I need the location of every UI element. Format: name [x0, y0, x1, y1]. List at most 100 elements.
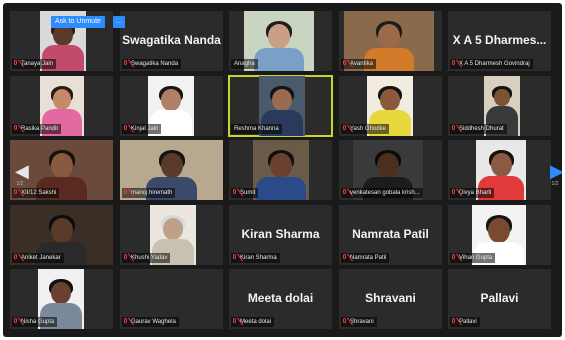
participant-name-label: Rasika Pandit: [12, 124, 62, 134]
muted-mic-icon: [124, 254, 128, 262]
meeting-window: Tanaya Jain Swagatika Nanda Swagatika Nand…: [3, 3, 562, 337]
participant-name-label: Shravani: [341, 317, 377, 327]
participant-name-text: Shravani: [350, 319, 374, 325]
muted-mic-icon: [343, 125, 347, 133]
participant-name-label: Swagatika Nanda: [122, 59, 182, 69]
participant-display-name: Shravani: [365, 291, 416, 305]
chevron-left-icon: ◀: [15, 161, 29, 181]
muted-mic-icon: [452, 125, 456, 133]
muted-mic-icon: [124, 318, 128, 326]
participant-name-label: Namrata Patil: [341, 253, 390, 263]
muted-mic-icon: [452, 189, 456, 197]
participant-name-text: XII/12 Sakshi: [21, 190, 57, 196]
screenshot-frame: Tanaya Jain Swagatika Nanda Swagatika Nand…: [0, 0, 565, 340]
muted-mic-icon: [343, 254, 347, 262]
participant-name-label: Avantika: [341, 59, 376, 69]
participant-name-label: Sumit: [231, 188, 259, 198]
participant-name-text: Swagatika Nanda: [131, 61, 179, 67]
muted-mic-icon: [233, 189, 237, 197]
participant-name-text: Nisha Gupta: [21, 319, 55, 325]
participant-name-text: Namrata Patil: [350, 255, 387, 261]
participant-name-label: Meeta dolai: [231, 317, 275, 327]
participant-tile[interactable]: Vihan Gupta: [448, 205, 551, 265]
participant-name-label: Gaurav Waghela: [122, 317, 179, 327]
participant-tile[interactable]: Siddhesh Dhurat: [448, 76, 551, 136]
participant-name-label: Divya Bharti: [450, 188, 495, 198]
ask-to-unmute-button[interactable]: Ask to Unmute: [51, 16, 105, 28]
muted-mic-icon: [343, 60, 347, 68]
participant-name-label: Kinjal Jain: [122, 124, 162, 134]
participant-tile[interactable]: Meeta dolai Meeta dolai: [229, 269, 332, 329]
participant-video: [253, 140, 309, 200]
participant-name-text: Aniket Janekar: [21, 255, 61, 261]
muted-mic-icon: [124, 189, 128, 197]
next-page-button[interactable]: ▶ 1/2: [550, 161, 562, 195]
participant-name-text: Vihan Gupta: [459, 255, 493, 261]
participant-name-label: X A 5 Dharmesh Govindraj: [450, 59, 533, 69]
participant-name-label: Khushi Yadav: [122, 253, 171, 263]
participant-name-text: Tanaya Jain: [21, 61, 54, 67]
participant-tile[interactable]: Swagatika Nanda Swagatika Nanda: [120, 11, 223, 71]
muted-mic-icon: [124, 60, 128, 68]
participant-display-name: Kiran Sharma: [241, 227, 320, 241]
participant-tile[interactable]: Khushi Yadav: [120, 205, 223, 265]
participant-display-name: Namrata Patil: [352, 227, 429, 241]
muted-mic-icon: [343, 189, 347, 197]
participant-tile[interactable]: Yash Ghodke: [339, 76, 442, 136]
participant-name-text: Gaurav Waghela: [131, 319, 176, 325]
muted-mic-icon: [14, 125, 18, 133]
muted-mic-icon: [233, 254, 237, 262]
participant-name-label: venkatesan gobala krish...: [341, 188, 423, 198]
participant-tile[interactable]: Gaurav Waghela: [120, 269, 223, 329]
participant-name-text: Avantika: [350, 61, 373, 67]
muted-mic-icon: [124, 125, 128, 133]
muted-mic-icon: [14, 60, 18, 68]
participant-tile[interactable]: Divya Bharti: [448, 140, 551, 200]
participant-name-text: Siddhesh Dhurat: [459, 126, 504, 132]
participant-name-label: manoj hiremath: [122, 188, 176, 198]
participant-tile[interactable]: Aniket Janekar: [10, 205, 113, 265]
participant-tile[interactable]: venkatesan gobala krish...: [339, 140, 442, 200]
muted-mic-icon: [343, 318, 347, 326]
participant-name-text: Kiran Sharma: [240, 255, 277, 261]
participant-tile[interactable]: Nisha Gupta: [10, 269, 113, 329]
participant-name-text: manoj hiremath: [131, 190, 173, 196]
participant-name-label: Aniket Janekar: [12, 253, 64, 263]
participant-name-text: Kinjal Jain: [131, 126, 159, 132]
participant-tile[interactable]: Shravani Shravani: [339, 269, 442, 329]
participant-display-name: Meeta dolai: [247, 291, 314, 305]
participant-tile[interactable]: Kiran Sharma Kiran Sharma: [229, 205, 332, 265]
muted-mic-icon: [14, 318, 18, 326]
participant-tile[interactable]: manoj hiremath: [120, 140, 223, 200]
participant-tile[interactable]: Anagha: [229, 11, 332, 71]
participant-tile[interactable]: Reshma Khanna: [228, 75, 333, 137]
muted-mic-icon: [452, 60, 456, 68]
chevron-right-icon: ▶: [550, 161, 562, 181]
participant-display-name: Swagatika Nanda: [122, 33, 221, 47]
participant-tile[interactable]: Avantika: [339, 11, 442, 71]
participant-tile[interactable]: Kinjal Jain: [120, 76, 223, 136]
participant-name-text: X A 5 Dharmesh Govindraj: [459, 61, 530, 67]
participant-display-name: Pallavi: [480, 291, 519, 305]
page-indicator-left: 1/2: [16, 181, 24, 187]
previous-page-button[interactable]: ◀ 1/2: [15, 161, 29, 195]
participant-name-text: Meeta dolai: [240, 319, 272, 325]
page-indicator-right: 1/2: [551, 181, 559, 187]
gallery-grid: Tanaya Jain Swagatika Nanda Swagatika Nand…: [10, 11, 555, 333]
participant-name-label: Reshma Khanna: [231, 124, 282, 134]
more-options-button[interactable]: …: [113, 16, 125, 28]
participant-name-text: Anagha: [234, 61, 255, 67]
participant-tile[interactable]: Namrata Patil Namrata Patil: [339, 205, 442, 265]
participant-display-name: X A 5 Dharmes...: [452, 33, 547, 47]
participant-name-label: Anagha: [231, 59, 258, 69]
participant-tile[interactable]: X A 5 Dharmes... X A 5 Dharmesh Govindraj: [448, 11, 551, 71]
participant-name-label: Siddhesh Dhurat: [450, 124, 507, 134]
participant-tile[interactable]: Sumit: [229, 140, 332, 200]
muted-mic-icon: [452, 254, 456, 262]
participant-tile[interactable]: Pallavi Pallavi: [448, 269, 551, 329]
muted-mic-icon: [14, 254, 18, 262]
participant-tile[interactable]: Rasika Pandit: [10, 76, 113, 136]
participant-name-text: Divya Bharti: [459, 190, 492, 196]
participant-name-label: Tanaya Jain: [12, 59, 57, 69]
participant-name-text: Rasika Pandit: [21, 126, 59, 132]
